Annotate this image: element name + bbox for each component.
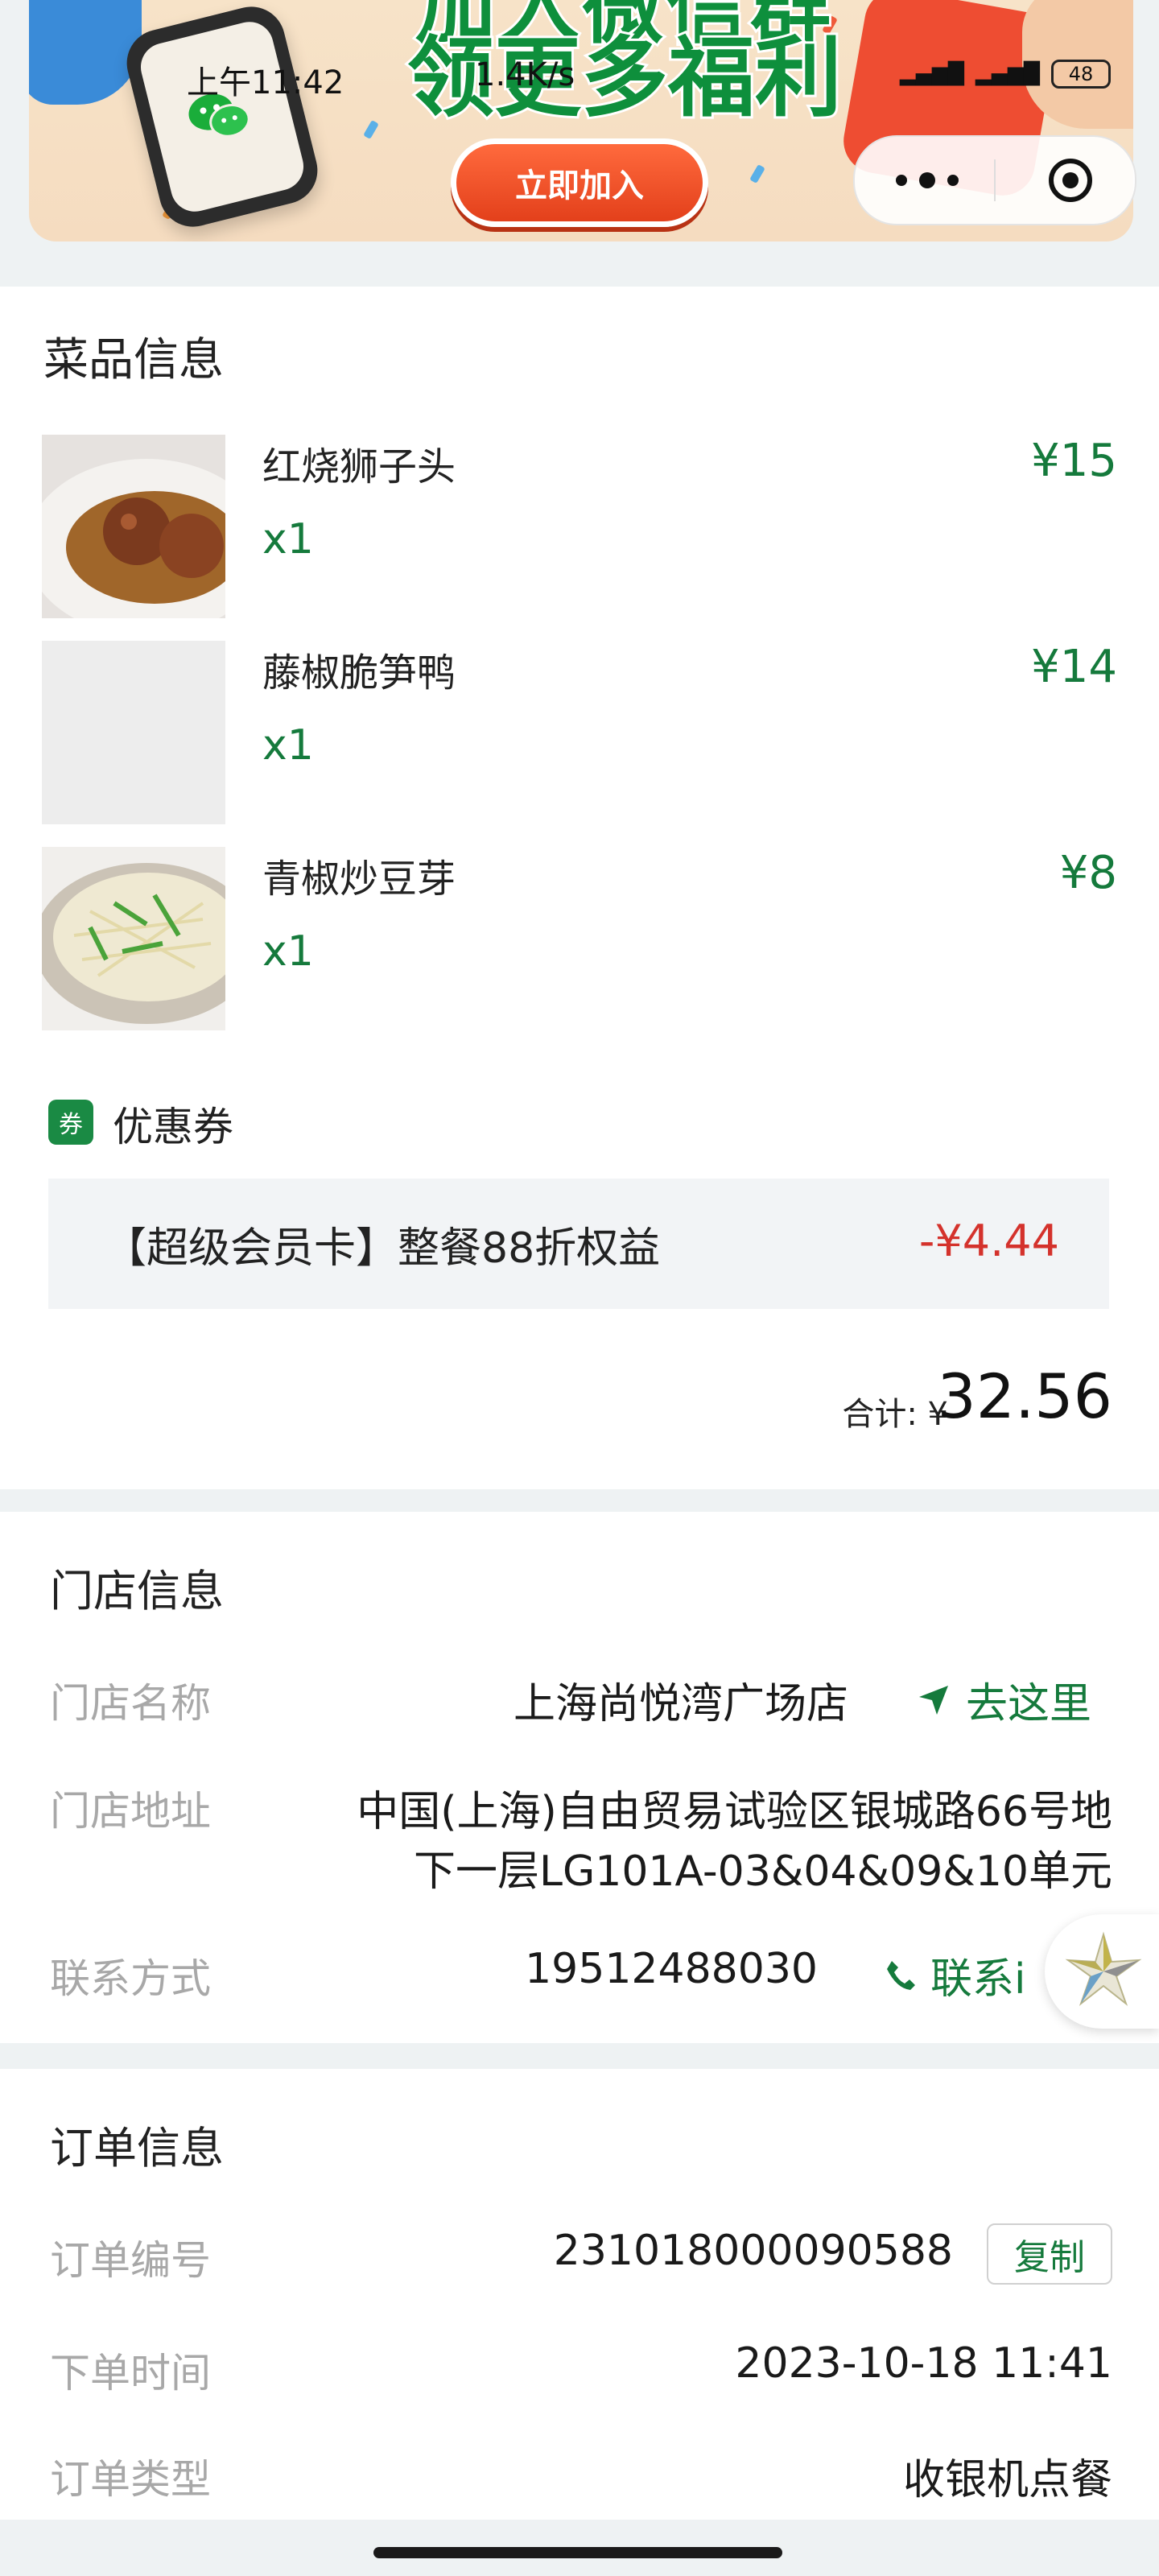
store-address-line1: 中国(上海)自由贸易试验区银城路66号地 <box>357 1788 1112 1836</box>
dish-image <box>42 847 225 1030</box>
navigate-label: 去这里 <box>966 1680 1092 1728</box>
contact-link[interactable]: 联系i <box>885 1945 1025 2005</box>
floating-service-button[interactable] <box>1045 1914 1159 2029</box>
section-title-order: 订单信息 <box>50 2123 224 2174</box>
battery-icon: 48 <box>1051 60 1111 89</box>
store-phone: 19512488030 <box>525 1945 818 1993</box>
coupon-label: 优惠券 <box>113 1104 233 1150</box>
dish-name: 红烧狮子头 <box>262 444 456 489</box>
capsule-divider <box>994 159 996 201</box>
dish-photo-bean-sprouts <box>42 847 225 1030</box>
target-icon[interactable] <box>1048 158 1093 203</box>
network-speed: 1.4K/s <box>475 56 575 93</box>
store-name-label: 门店名称 <box>50 1680 211 1727</box>
store-phone-label: 联系方式 <box>50 1955 211 2002</box>
coupon-description: 【超级会员卡】整餐88折权益 <box>105 1224 661 1273</box>
order-time: 2023-10-18 11:41 <box>735 2339 1112 2388</box>
dish-image-placeholder <box>42 641 225 824</box>
status-bar: 上午11:42 1.4K/s ▂▄▆█ ▂▄▆█ 48 <box>0 56 1159 105</box>
order-number: 231018000090588 <box>553 2227 953 2275</box>
total-amount: 32.56 <box>937 1360 1112 1432</box>
dish-name: 藤椒脆笋鸭 <box>262 650 456 696</box>
signal-icon: ▂▄▆█ <box>975 62 1040 86</box>
confetti <box>363 119 379 140</box>
dish-photo-meatballs <box>42 435 225 618</box>
section-title-store: 门店信息 <box>50 1566 224 1616</box>
home-indicator[interactable] <box>373 2547 782 2558</box>
dish-qty: x1 <box>262 927 314 976</box>
signal-icon: ▂▄▆█ <box>900 62 965 86</box>
copy-button[interactable]: 复制 <box>987 2223 1112 2285</box>
coupon-row: 【超级会员卡】整餐88折权益 -¥4.44 <box>48 1179 1109 1309</box>
phone-icon <box>887 1960 915 1990</box>
store-address-line2: 下一层LG101A-03&04&09&10单元 <box>413 1847 1112 1896</box>
phone-illustration <box>119 0 325 234</box>
dish-image <box>42 435 225 618</box>
more-icon[interactable] <box>887 166 967 195</box>
coupon-icon: 券 <box>48 1100 93 1145</box>
dish-qty: x1 <box>262 721 314 770</box>
confetti <box>749 163 765 184</box>
join-button[interactable]: 立即加入 <box>451 138 708 227</box>
store-name: 上海尚悦湾广场店 <box>513 1680 848 1728</box>
contact-label: 联系i <box>930 1955 1026 2004</box>
miniprogram-capsule <box>853 135 1136 225</box>
coupon-discount: -¥4.44 <box>918 1216 1059 1266</box>
dish-price: ¥14 <box>1031 641 1117 693</box>
dish-qty: x1 <box>262 515 314 564</box>
status-time: 上午11:42 <box>187 64 344 101</box>
order-number-label: 订单编号 <box>50 2237 211 2284</box>
order-type-label: 订单类型 <box>50 2456 211 2503</box>
dish-price: ¥15 <box>1031 435 1117 487</box>
order-type: 收银机点餐 <box>902 2456 1112 2504</box>
navigate-arrow-icon <box>919 1685 948 1715</box>
dish-name: 青椒炒豆芽 <box>262 857 456 902</box>
total-label: 合计: ¥ <box>842 1396 948 1433</box>
dish-price: ¥8 <box>1059 847 1117 899</box>
store-address-label: 门店地址 <box>50 1788 211 1835</box>
float-star-icon <box>1065 1931 1142 2006</box>
order-time-label: 下单时间 <box>50 2350 211 2396</box>
section-title-dishes: 菜品信息 <box>43 334 224 386</box>
status-icons: ▂▄▆█ ▂▄▆█ 48 <box>900 60 1111 89</box>
navigate-link[interactable]: 去这里 <box>916 1670 1091 1730</box>
